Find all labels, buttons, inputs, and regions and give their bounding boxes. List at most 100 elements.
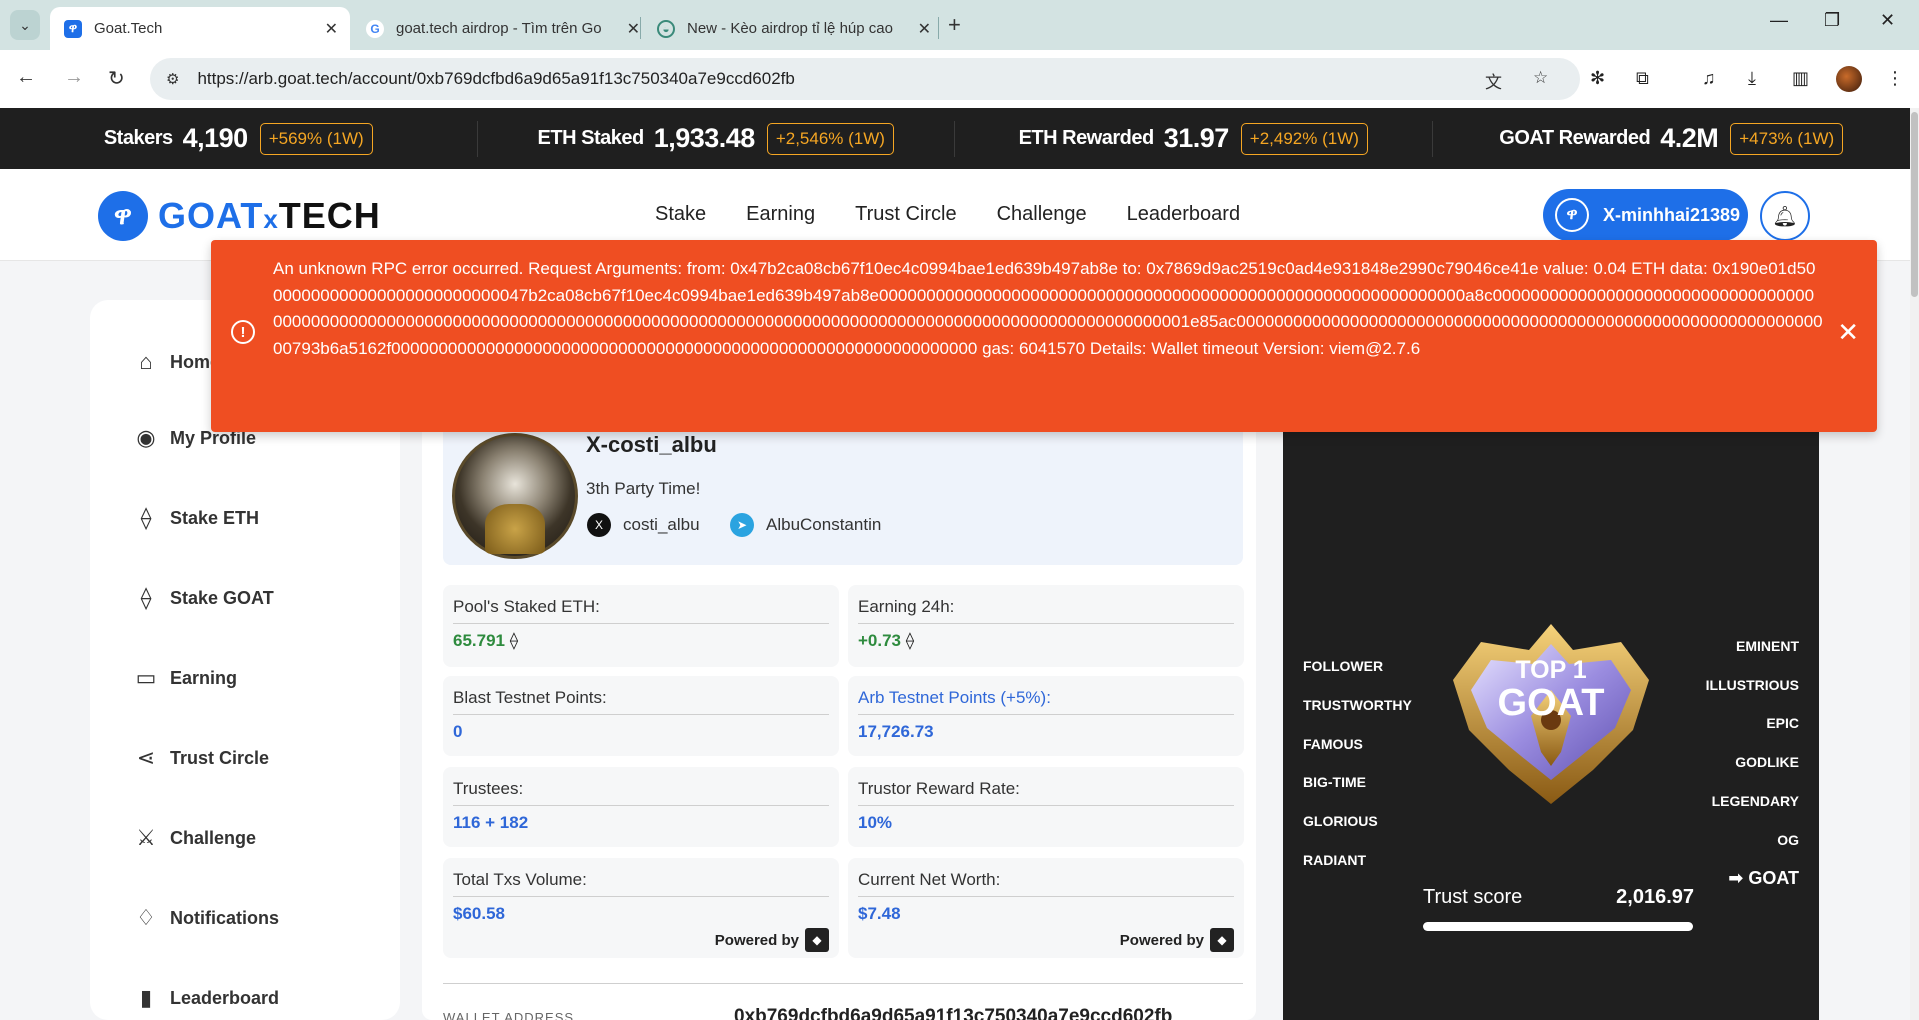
sidebar-item-challenge[interactable]: ⚔ Challenge [132, 824, 256, 852]
translate-icon[interactable]: 文 [1485, 68, 1502, 93]
metric-value-text: +0.73 [858, 631, 902, 650]
stat-eth-staked: ETH Staked 1,933.48 +2,546% (1W) [478, 120, 955, 157]
tier-label: BIG-TIME [1303, 774, 1366, 790]
x-twitter-icon: X [587, 513, 611, 537]
share-icon: ⋖ [136, 745, 156, 770]
twitter-handle: costi_albu [623, 515, 700, 534]
powered-by-text: Powered by [1119, 931, 1204, 949]
metric-label[interactable]: Arb Testnet Points (+5%): [858, 688, 1234, 715]
bookmark-star-icon[interactable]: ☆ [1533, 68, 1548, 88]
stat-value: 31.97 [1163, 123, 1230, 153]
tab-google-search[interactable]: G goat.tech airdrop - Tìm trên Go ✕ [352, 7, 652, 50]
stat-label: Stakers [103, 127, 173, 149]
stat-value: 1,933.48 [653, 123, 756, 153]
sword-icon: ⚔ [136, 825, 156, 850]
powered-by[interactable]: Powered by ◆ [715, 928, 829, 952]
extensions-puzzle-icon[interactable]: ⧉ [1636, 68, 1649, 89]
media-control-icon[interactable]: ♫ [1702, 68, 1716, 89]
close-tab-icon[interactable]: ✕ [325, 19, 338, 39]
reload-icon[interactable]: ↻ [108, 66, 125, 91]
notifications-bell-button[interactable]: 🔔︎ [1760, 191, 1810, 241]
trust-score-progress-bar [1423, 922, 1693, 931]
nav-earning[interactable]: Earning [746, 203, 815, 226]
eth-icon: ⟠ [905, 631, 915, 650]
tier-label: FAMOUS [1303, 736, 1363, 752]
profile-icon: ◉ [136, 425, 156, 450]
metric-label: Current Net Worth: [858, 870, 1234, 897]
metric-value: $60.58 [453, 904, 505, 923]
stat-eth-rewarded: ETH Rewarded 31.97 +2,492% (1W) [955, 120, 1433, 157]
nav-trust-circle[interactable]: Trust Circle [855, 203, 956, 226]
home-icon: ⌂ [139, 349, 153, 374]
bell-icon: 🔔︎ [1772, 205, 1798, 228]
wallet-address-label: WALLET ADDRESS [443, 1010, 575, 1020]
rpc-error-toast: ! An unknown RPC error occurred. Request… [211, 240, 1877, 432]
telegram-link[interactable]: ➤ AlbuConstantin [730, 513, 881, 537]
user-account-button[interactable]: ዋ X-minhhai21389 [1543, 189, 1748, 241]
profile-bio: 3th Party Time! [586, 479, 701, 498]
sidebar-item-stake-eth[interactable]: ⟠ Stake ETH [132, 504, 259, 532]
bell-icon: ♢ [136, 905, 156, 930]
top-rank-label: TOP 1 [1515, 656, 1587, 684]
metric-label: Trustor Reward Rate: [858, 779, 1234, 806]
restore-icon[interactable]: ❐ [1824, 10, 1840, 31]
metric-label: Trustees: [453, 779, 829, 806]
back-icon[interactable]: ← [16, 66, 36, 89]
metric-value-text: 65.791 [453, 631, 505, 650]
metric-trustor-reward-rate: Trustor Reward Rate: 10% [848, 767, 1244, 847]
powered-by[interactable]: Powered by ◆ [1120, 928, 1234, 952]
side-panel-icon[interactable]: ▥ [1792, 68, 1809, 89]
telegram-icon: ➤ [730, 513, 754, 537]
browser-menu-icon[interactable]: ⋮ [1886, 68, 1904, 89]
sidebar-item-label: Challenge [170, 827, 257, 848]
provider-logo-icon: ◆ [1210, 928, 1234, 952]
download-icon[interactable]: ⤓ [1748, 68, 1756, 89]
sidebar-item-stake-goat[interactable]: ⟠ Stake GOAT [132, 584, 274, 612]
browser-profile-avatar[interactable] [1836, 66, 1862, 92]
metric-value: +0.73 ⟠ [858, 631, 914, 651]
close-tab-icon[interactable]: ✕ [918, 19, 931, 39]
rank-panel: FOLLOWER TRUSTWORTHY FAMOUS BIG-TIME GLO… [1283, 420, 1819, 1020]
bars-icon: ▮ [139, 985, 153, 1010]
new-tab-icon[interactable]: + [948, 12, 961, 38]
nav-leaderboard[interactable]: Leaderboard [1127, 203, 1240, 226]
stat-change-badge: +2,492% (1W) [1240, 122, 1368, 155]
minimize-icon[interactable]: — [1770, 10, 1788, 31]
sidebar-item-leaderboard[interactable]: ▮ Leaderboard [132, 984, 279, 1012]
site-info-icon[interactable]: ⚙ [166, 70, 179, 88]
browser-toolbar: ← → ↻ ⚙ https://arb.goat.tech/account/0x… [0, 50, 1919, 108]
metric-trustees: Trustees: 116 + 182 [443, 767, 839, 847]
metric-pool-staked-eth: Pool's Staked ETH: 65.791 ⟠ [443, 585, 839, 667]
metric-value: 65.791 ⟠ [453, 631, 518, 651]
sidebar-item-earning[interactable]: ▭ Earning [132, 664, 237, 692]
sidebar-item-trust-circle[interactable]: ⋖ Trust Circle [132, 744, 269, 772]
sidebar-item-label: Notifications [170, 907, 280, 928]
goat-tech-logo[interactable]: ዋ GOATxTECH [98, 191, 381, 241]
extension-icon[interactable]: ✻ [1590, 68, 1605, 89]
logo-goat-text: GOAT [158, 195, 264, 236]
close-tab-icon[interactable]: ✕ [627, 19, 640, 39]
sidebar-item-label: Earning [170, 667, 238, 688]
url-text[interactable]: https://arb.goat.tech/account/0xb769dcfb… [197, 69, 794, 89]
tab-separator [938, 17, 939, 39]
address-bar[interactable]: ⚙ https://arb.goat.tech/account/0xb769dc… [150, 58, 1580, 100]
site-favicon-icon: ◒ [657, 19, 675, 38]
forward-icon[interactable]: → [64, 66, 84, 89]
close-window-icon[interactable]: ✕ [1880, 10, 1895, 31]
page-scrollbar-thumb[interactable] [1911, 112, 1918, 297]
trust-score-value: 2,016.97 [1616, 886, 1694, 908]
sidebar-item-label: Leaderboard [170, 987, 280, 1008]
stat-value: 4.2M [1660, 123, 1719, 153]
telegram-handle: AlbuConstantin [766, 515, 882, 534]
tab-airdrop[interactable]: ◒ New - Kèo airdrop tỉ lệ húp cao ✕ [643, 7, 943, 50]
close-toast-icon[interactable]: ✕ [1837, 319, 1859, 345]
nav-stake[interactable]: Stake [655, 203, 706, 226]
nav-challenge[interactable]: Challenge [997, 203, 1087, 226]
trust-score-label: Trust score [1423, 886, 1523, 908]
logo-wordmark: GOATxTECH [158, 195, 381, 237]
sidebar-item-notifications[interactable]: ♢ Notifications [132, 904, 279, 932]
tab-goat-tech[interactable]: ዋ Goat.Tech ✕ [50, 7, 350, 50]
sidebar-item-home[interactable]: ⌂ Home [132, 348, 220, 376]
twitter-link[interactable]: X costi_albu [587, 513, 700, 537]
tab-search-button[interactable]: ⌄ [10, 10, 40, 40]
